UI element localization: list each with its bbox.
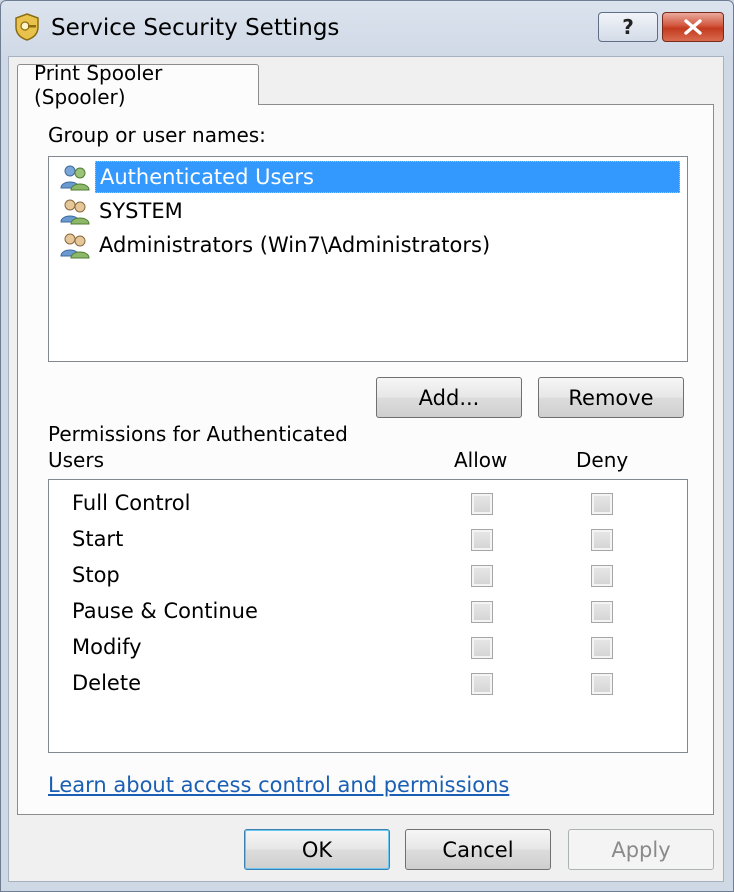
allow-checkbox[interactable] — [471, 673, 493, 695]
list-item-system[interactable]: SYSTEM — [59, 195, 187, 227]
window-title: Service Security Settings — [51, 15, 340, 41]
permissions-label-line1: Permissions for Authenticated — [48, 422, 348, 446]
learn-access-control-link[interactable]: Learn about access control and permissio… — [48, 773, 509, 797]
users-group-icon — [60, 199, 90, 225]
title-bar[interactable]: Service Security Settings ? — [1, 1, 733, 57]
allow-checkbox[interactable] — [471, 601, 493, 623]
user-name: Administrators (Win7\Administrators) — [99, 233, 491, 257]
close-button[interactable] — [662, 12, 724, 42]
user-name: Authenticated Users — [95, 161, 680, 193]
permission-name: Modify — [72, 635, 142, 659]
deny-checkbox[interactable] — [591, 673, 613, 695]
permission-name: Pause & Continue — [72, 599, 258, 623]
help-icon: ? — [622, 15, 634, 39]
list-item-administrators[interactable]: Administrators (Win7\Administrators) — [59, 229, 494, 261]
deny-checkbox[interactable] — [591, 529, 613, 551]
user-name: SYSTEM — [99, 199, 183, 223]
list-item-authenticated-users[interactable]: Authenticated Users — [59, 161, 680, 193]
allow-checkbox[interactable] — [471, 637, 493, 659]
tab-label: Print Spooler (Spooler) — [34, 61, 163, 109]
permission-row-full-control: Full Control — [49, 488, 687, 522]
users-group-icon — [60, 233, 90, 259]
tab-print-spooler[interactable]: Print Spooler (Spooler) — [17, 61, 259, 109]
help-button[interactable]: ? — [598, 12, 658, 42]
permissions-list: Full Control Start Stop Pause & Continue… — [48, 479, 688, 753]
allow-checkbox[interactable] — [471, 529, 493, 551]
allow-checkbox[interactable] — [471, 565, 493, 587]
users-group-icon — [60, 165, 90, 191]
deny-checkbox[interactable] — [591, 565, 613, 587]
deny-column-header: Deny — [576, 448, 629, 472]
remove-button[interactable]: Remove — [538, 377, 684, 418]
shield-key-icon — [15, 13, 39, 41]
cancel-button[interactable]: Cancel — [405, 829, 551, 870]
permission-row-pause-continue: Pause & Continue — [49, 596, 687, 630]
deny-checkbox[interactable] — [591, 637, 613, 659]
group-names-label: Group or user names: — [48, 123, 266, 147]
group-user-list[interactable]: Authenticated Users SYSTEM Administrator… — [48, 156, 688, 362]
apply-button[interactable]: Apply — [568, 829, 714, 870]
deny-checkbox[interactable] — [591, 601, 613, 623]
permissions-label-line2: Users — [48, 448, 105, 472]
permission-name: Stop — [72, 563, 120, 587]
permission-row-modify: Modify — [49, 632, 687, 666]
permission-row-start: Start — [49, 524, 687, 558]
add-button[interactable]: Add... — [376, 377, 522, 418]
permission-name: Delete — [72, 671, 141, 695]
allow-column-header: Allow — [454, 448, 508, 472]
ok-button[interactable]: OK — [244, 829, 390, 870]
permission-row-delete: Delete — [49, 668, 687, 702]
deny-checkbox[interactable] — [591, 493, 613, 515]
close-icon — [684, 19, 702, 35]
permission-name: Full Control — [72, 491, 191, 515]
allow-checkbox[interactable] — [471, 493, 493, 515]
permission-row-stop: Stop — [49, 560, 687, 594]
permission-name: Start — [72, 527, 124, 551]
